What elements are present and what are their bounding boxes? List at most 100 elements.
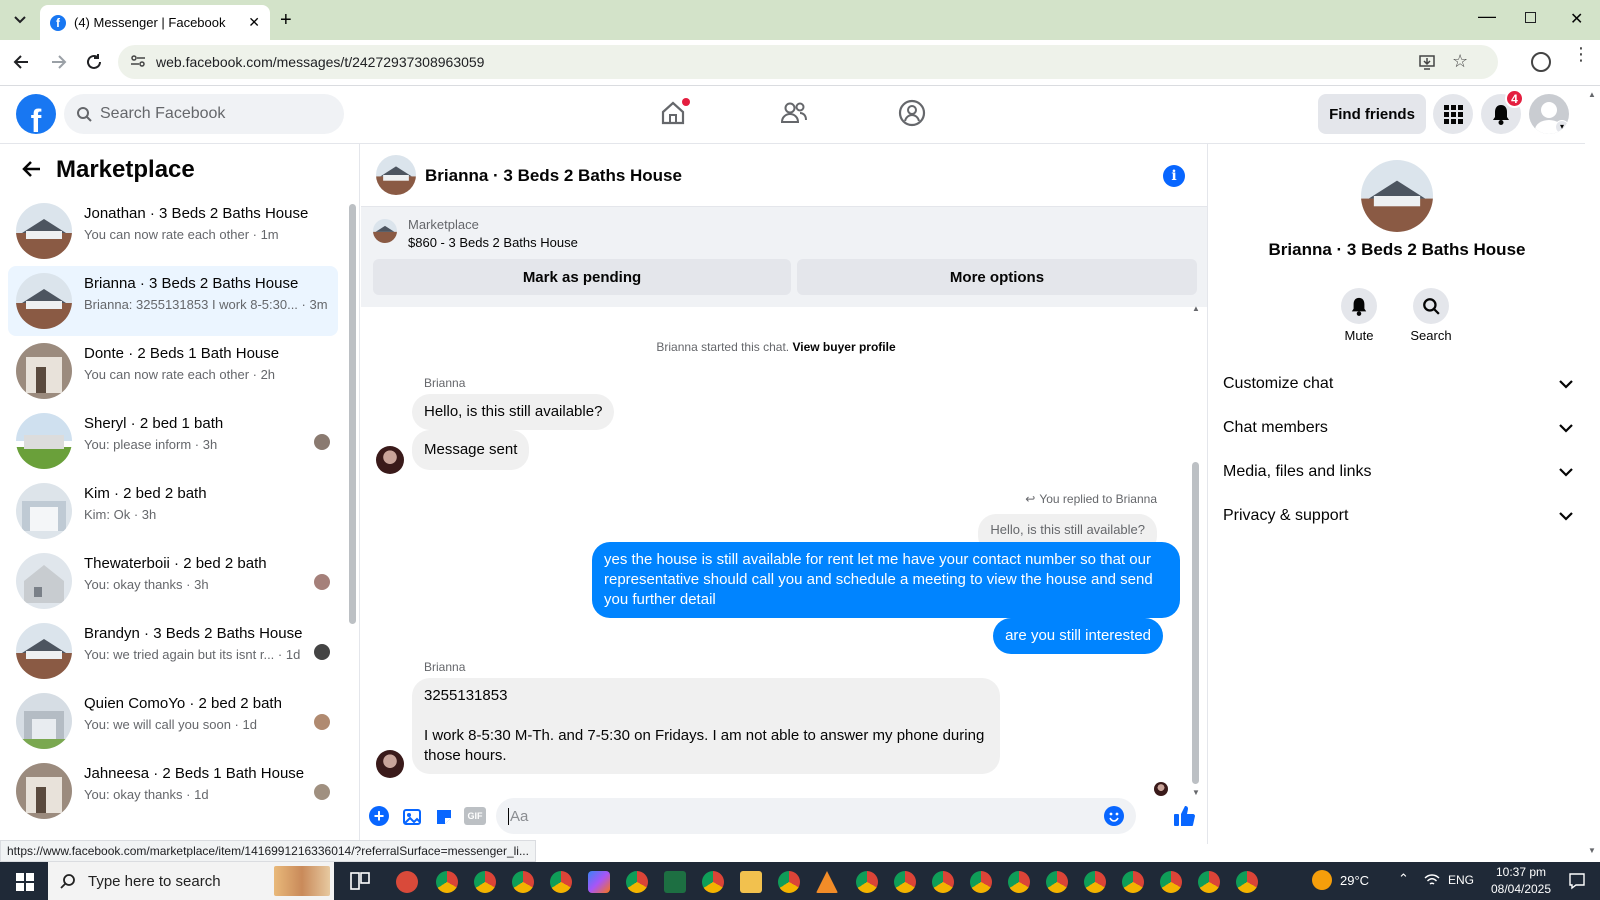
sticker-icon[interactable]	[434, 807, 454, 827]
site-info-icon[interactable]	[130, 53, 146, 69]
address-bar[interactable]: web.facebook.com/messages/t/242729373089…	[118, 45, 1498, 79]
chrome-icon[interactable]	[778, 871, 800, 893]
conversation-item[interactable]: Brandyn · 3 Beds 2 Baths House You: we t…	[8, 616, 338, 686]
home-icon[interactable]	[660, 98, 690, 126]
windows-start-icon[interactable]	[16, 873, 34, 891]
weather-icon[interactable]	[1312, 870, 1332, 890]
chat-members-section[interactable]: Chat members	[1223, 408, 1573, 448]
forward-icon[interactable]	[48, 52, 68, 72]
menu-grid-button[interactable]	[1433, 94, 1473, 134]
tray-expand-icon[interactable]: ⌃	[1398, 871, 1409, 887]
chrome-icon[interactable]	[550, 871, 572, 893]
more-options-button[interactable]: More options	[797, 259, 1197, 295]
vlc-icon[interactable]	[816, 871, 838, 893]
page-scroll-up-icon[interactable]: ▲	[1588, 90, 1596, 99]
chrome-icon[interactable]	[702, 871, 724, 893]
search-label: Search	[1410, 328, 1452, 343]
copilot-icon[interactable]	[588, 871, 610, 893]
customize-chat-section[interactable]: Customize chat	[1223, 364, 1573, 404]
gif-icon[interactable]: GIF	[464, 807, 486, 825]
wifi-icon[interactable]	[1424, 873, 1440, 887]
chrome-icon[interactable]	[894, 871, 916, 893]
conversation-item[interactable]: Kim · 2 bed 2 bath Kim: Ok · 3h	[8, 476, 338, 546]
back-arrow-icon[interactable]	[22, 160, 42, 178]
groups-icon[interactable]	[898, 99, 926, 127]
bookmark-star-icon[interactable]: ☆	[1452, 51, 1468, 72]
new-tab-icon[interactable]: +	[280, 9, 292, 32]
chrome-icon[interactable]	[1236, 871, 1258, 893]
conversation-item[interactable]: Jonathan · 3 Beds 2 Baths House You can …	[8, 196, 338, 266]
chrome-icon[interactable]	[856, 871, 878, 893]
search-in-chat-button[interactable]	[1413, 288, 1449, 324]
add-attachment-icon[interactable]: +	[369, 806, 389, 826]
notification-center-icon[interactable]	[1568, 872, 1586, 890]
facebook-logo[interactable]: f	[16, 94, 56, 134]
outgoing-message: yes the house is still available for ren…	[592, 542, 1180, 618]
find-friends-button[interactable]: Find friends	[1318, 94, 1426, 134]
privacy-support-section[interactable]: Privacy & support	[1223, 496, 1573, 536]
clock-date[interactable]: 08/04/2025	[1480, 882, 1562, 896]
excel-icon[interactable]	[664, 871, 686, 893]
mute-button[interactable]	[1341, 288, 1377, 324]
chrome-icon[interactable]	[1160, 871, 1182, 893]
chrome-icon[interactable]	[436, 871, 458, 893]
conversation-item[interactable]: Thewaterboii · 2 bed 2 bath You: okay th…	[8, 546, 338, 616]
file-explorer-icon[interactable]	[740, 871, 762, 893]
conversation-item[interactable]: Quien ComoYo · 2 bed 2 bath You: we will…	[8, 686, 338, 756]
scroll-up-icon[interactable]: ▲	[1192, 304, 1200, 313]
like-thumb-icon[interactable]	[1172, 804, 1196, 828]
chrome-icon[interactable]	[970, 871, 992, 893]
chrome-icon[interactable]	[1084, 871, 1106, 893]
language-indicator[interactable]: ENG	[1448, 873, 1474, 887]
install-app-icon[interactable]	[1418, 53, 1436, 71]
chrome-icon[interactable]	[512, 871, 534, 893]
chrome-icon[interactable]	[626, 871, 648, 893]
conversation-item[interactable]: Sheryl · 2 bed 1 bath You: please inform…	[8, 406, 338, 476]
info-icon[interactable]: i	[1163, 165, 1185, 187]
sender-avatar[interactable]	[376, 446, 404, 474]
clock-time[interactable]: 10:37 pm	[1486, 865, 1556, 879]
close-window-icon[interactable]: ✕	[1570, 9, 1583, 29]
chat-scrollbar[interactable]	[1192, 462, 1199, 784]
minimize-icon[interactable]: —	[1478, 6, 1496, 27]
facebook-search-input[interactable]: Search Facebook	[64, 94, 344, 134]
browser-menu-icon[interactable]: ⋮	[1572, 45, 1590, 63]
chat-listing-avatar[interactable]	[376, 155, 416, 195]
conversation-list-scrollbar[interactable]	[349, 204, 356, 624]
view-buyer-profile-link[interactable]: View buyer profile	[792, 340, 895, 354]
conversation-item[interactable]: Jahneesa · 2 Beds 1 Bath House You: okay…	[8, 756, 338, 826]
browser-tab[interactable]: f (4) Messenger | Facebook ✕	[40, 5, 270, 40]
profile-icon[interactable]	[1531, 52, 1551, 72]
restore-icon[interactable]	[1525, 12, 1536, 23]
chrome-icon[interactable]	[474, 871, 496, 893]
mark-as-pending-button[interactable]: Mark as pending	[373, 259, 791, 295]
chrome-icon[interactable]	[932, 871, 954, 893]
chrome-icon[interactable]	[1046, 871, 1068, 893]
tab-list-icon[interactable]	[8, 8, 32, 32]
emoji-icon[interactable]	[1104, 806, 1124, 826]
reload-icon[interactable]	[84, 52, 104, 72]
close-tab-icon[interactable]: ✕	[248, 14, 260, 31]
sender-avatar[interactable]	[376, 750, 404, 778]
scroll-down-icon[interactable]: ▼	[1192, 788, 1200, 797]
chrome-icon[interactable]	[1122, 871, 1144, 893]
banner-listing[interactable]: $860 - 3 Beds 2 Baths House	[408, 235, 578, 250]
chrome-icon[interactable]	[1198, 871, 1220, 893]
account-avatar[interactable]: ▾	[1529, 94, 1569, 134]
friends-icon[interactable]	[780, 100, 808, 126]
weather-temp[interactable]: 29°C	[1340, 873, 1369, 888]
chrome-icon[interactable]	[1008, 871, 1030, 893]
chat-title[interactable]: Brianna · 3 Beds 2 Baths House	[425, 166, 682, 186]
back-icon[interactable]	[12, 52, 32, 72]
conversation-item-active[interactable]: Brianna · 3 Beds 2 Baths House Brianna: …	[8, 266, 338, 336]
page-scroll-down-icon[interactable]: ▼	[1588, 846, 1596, 855]
conversation-item[interactable]: Donte · 2 Beds 1 Bath House You can now …	[8, 336, 338, 406]
listing-avatar-large[interactable]	[1361, 160, 1433, 232]
notifications-button[interactable]: 4	[1481, 89, 1524, 134]
message-input[interactable]: Aa	[496, 798, 1136, 834]
task-view-icon[interactable]	[350, 872, 370, 890]
photo-icon[interactable]	[402, 807, 422, 827]
taskbar-app-icon[interactable]	[396, 871, 418, 893]
media-files-links-section[interactable]: Media, files and links	[1223, 452, 1573, 492]
taskbar-search-input[interactable]: Type here to search	[48, 862, 334, 900]
